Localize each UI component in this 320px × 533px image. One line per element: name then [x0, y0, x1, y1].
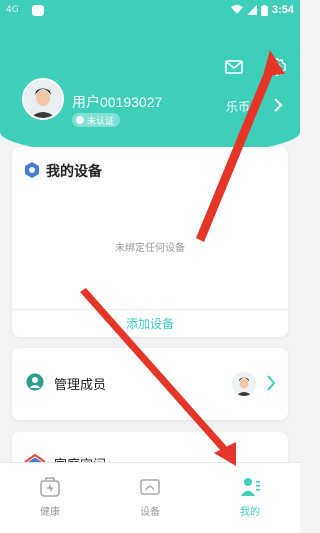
- no-device-text: 未绑定任何设备: [115, 243, 185, 254]
- carrier-label: 4G: [6, 5, 19, 15]
- add-device-button[interactable]: 添加设备: [12, 315, 288, 332]
- tab-device[interactable]: 设备: [100, 463, 200, 533]
- clock: 3:54: [271, 4, 294, 16]
- cert-status-badge[interactable]: 未认证: [72, 113, 121, 127]
- health-icon: [40, 477, 60, 497]
- coins-link[interactable]: 乐币: [226, 98, 250, 115]
- my-devices-card: 我的设备 未绑定任何设备 添加设备: [12, 147, 288, 337]
- app-notification-icon: [32, 5, 44, 16]
- device-hexagon-icon: [25, 162, 39, 178]
- username: 用户00193027: [72, 94, 163, 110]
- tab-health-label: 健康: [40, 507, 60, 518]
- signal-icon: [246, 5, 257, 15]
- avatar[interactable]: [22, 78, 64, 120]
- battery-icon: [260, 4, 268, 16]
- manage-members-row[interactable]: 管理成员: [12, 348, 288, 420]
- chevron-right-icon: [267, 375, 276, 391]
- member-avatar: [232, 372, 256, 396]
- cert-status-label: 未认证: [87, 116, 115, 127]
- my-devices-title: 我的设备: [46, 164, 102, 180]
- profile-icon: [241, 478, 260, 496]
- tab-mine-label: 我的: [240, 507, 260, 518]
- member-icon: [26, 373, 44, 391]
- shield-icon: [76, 116, 84, 124]
- status-bar: 4G 3:54: [0, 0, 300, 24]
- device-tab-icon: [140, 479, 160, 495]
- chevron-right-icon[interactable]: [272, 98, 284, 112]
- tab-health[interactable]: 健康: [0, 463, 100, 533]
- wifi-icon: [230, 5, 243, 14]
- bottom-tab-bar: 健康 设备 我的: [0, 462, 300, 533]
- gear-icon[interactable]: [266, 56, 288, 78]
- divider: [12, 309, 288, 310]
- mail-icon[interactable]: [223, 56, 245, 78]
- tab-mine[interactable]: 我的: [200, 463, 300, 533]
- manage-members-label: 管理成员: [54, 378, 107, 393]
- tab-device-label: 设备: [140, 507, 160, 518]
